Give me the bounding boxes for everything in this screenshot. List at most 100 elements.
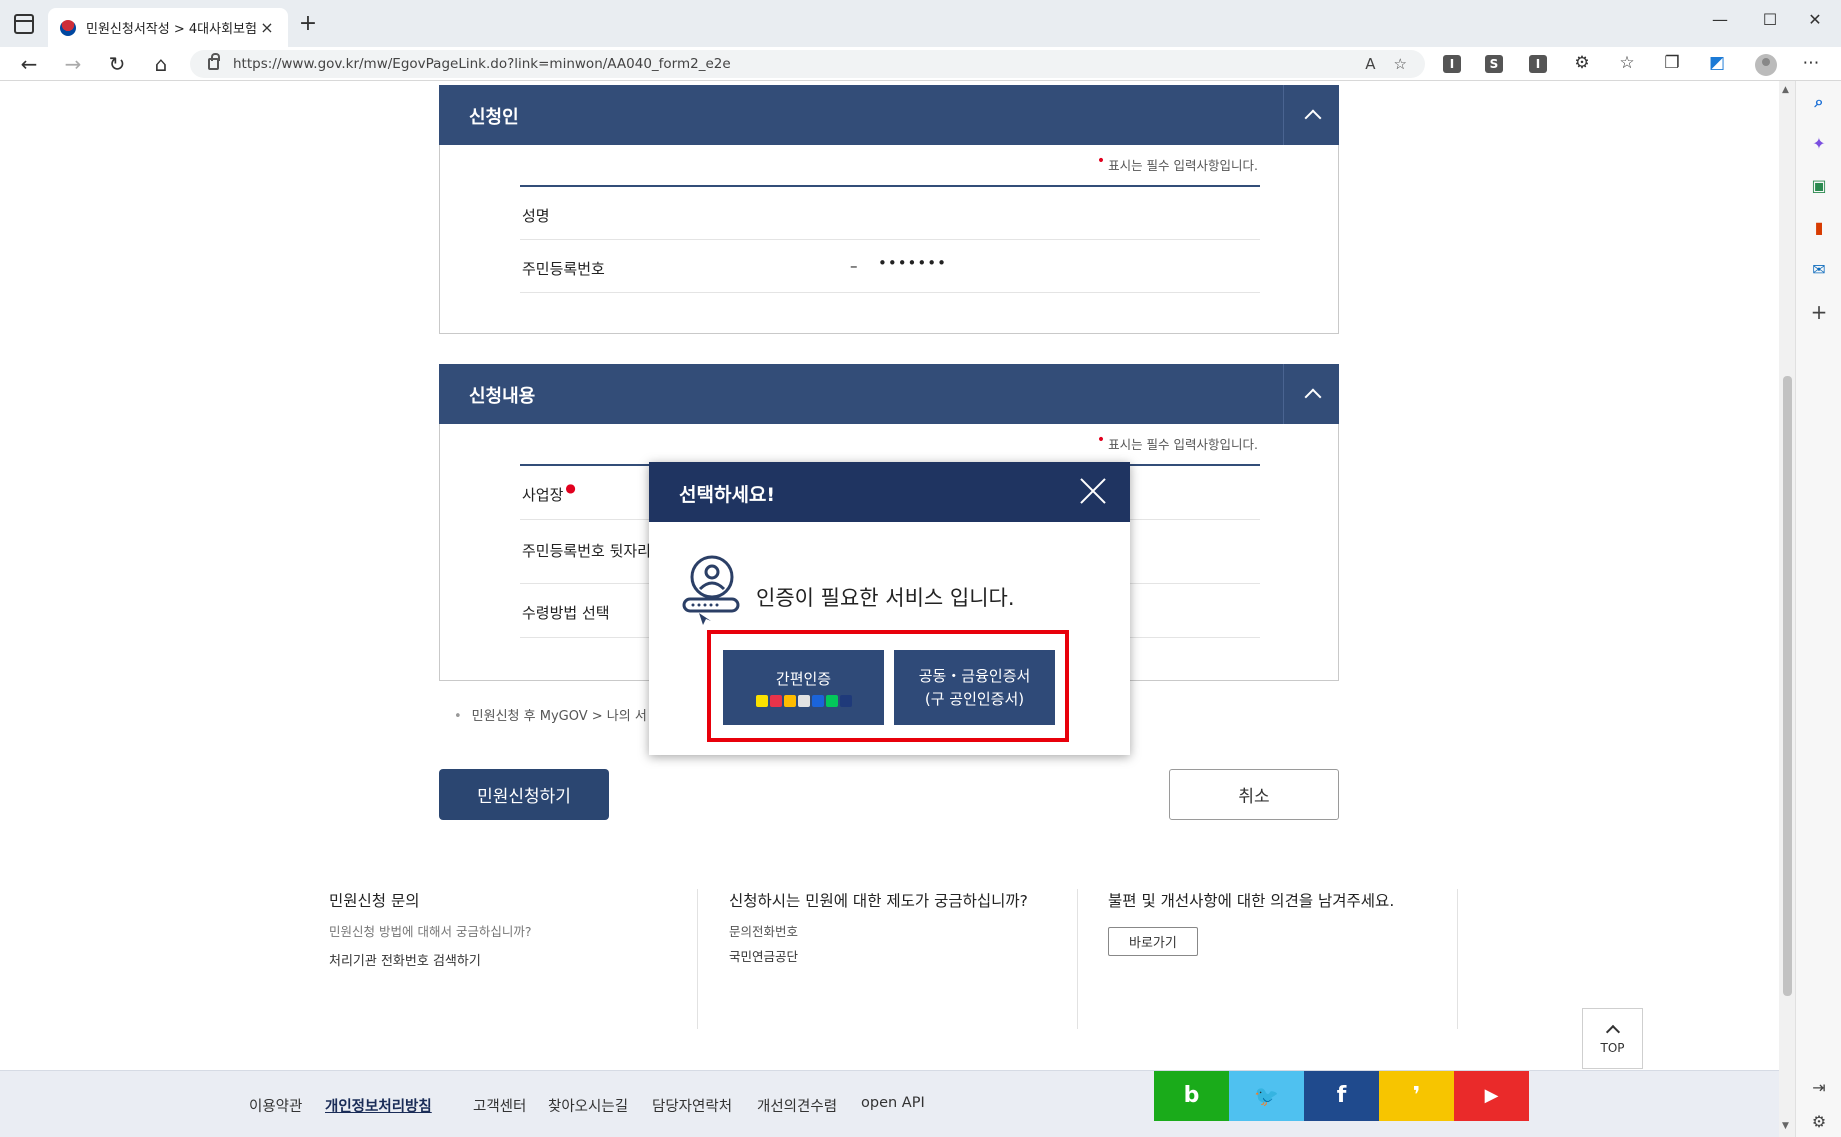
dialog-title: 선택하세요!: [679, 484, 776, 506]
blog-icon[interactable]: b: [1154, 1071, 1229, 1121]
dialog-message: 인증이 필요한 서비스 입니다.: [756, 586, 1015, 610]
office-icon[interactable]: ▮: [1808, 217, 1830, 239]
applicant-panel-header: 신청인: [439, 85, 1339, 145]
favorites-icon[interactable]: ☆: [1616, 53, 1638, 73]
simple-auth-button[interactable]: 간편인증: [723, 650, 884, 725]
dialog-header: 선택하세요!: [649, 462, 1130, 522]
field-label: 수령방법 선택: [522, 604, 610, 622]
collections-icon[interactable]: ❐: [1661, 53, 1683, 73]
required-note: • 표시는 필수 입력사항입니다.: [1096, 432, 1258, 452]
cancel-button[interactable]: 취소: [1169, 769, 1339, 820]
extension-icon[interactable]: S: [1485, 55, 1503, 73]
extensions-puzzle-icon[interactable]: ⚙: [1571, 53, 1593, 73]
auth-provider-list: [723, 694, 884, 707]
kakaostory-icon[interactable]: ❜: [1379, 1071, 1454, 1121]
back-icon[interactable]: ←: [16, 51, 42, 77]
rrn-dash: –: [850, 257, 858, 275]
submit-application-button[interactable]: 민원신청하기: [439, 769, 609, 820]
naver-icon: [825, 694, 838, 707]
tab-close-icon[interactable]: ×: [258, 18, 276, 37]
footer-link-directions[interactable]: 찾아오시는길: [548, 1095, 628, 1116]
applicant-panel-body: • 표시는 필수 입력사항입니다. 성명 주민등록번호 – •••••••: [439, 145, 1339, 334]
required-dot-icon: •: [1096, 153, 1106, 169]
kakao-icon: [755, 694, 768, 707]
copilot-icon[interactable]: ✦: [1808, 133, 1830, 155]
search-icon[interactable]: ⌕: [1808, 91, 1830, 113]
refresh-icon[interactable]: ↻: [104, 51, 130, 77]
outlook-icon[interactable]: ✉: [1808, 259, 1830, 281]
required-dot-icon: •: [1096, 432, 1106, 448]
help-line: 국민연금공단: [729, 949, 799, 964]
close-icon[interactable]: [1078, 476, 1108, 506]
profile-avatar[interactable]: [1755, 54, 1777, 76]
toss-icon: [811, 694, 824, 707]
collapse-chevron-icon[interactable]: [1283, 364, 1339, 424]
content-panel-header: 신청내용: [439, 364, 1339, 424]
search-phone-link[interactable]: 처리기관 전화번호 검색하기: [329, 950, 709, 969]
tab-title: 민원신청서작성 > 4대사회보험: [86, 22, 257, 37]
chevron-up-icon: [1605, 1024, 1620, 1040]
footer-link-feedback[interactable]: 개선의견수렴: [757, 1095, 837, 1116]
maximize-button[interactable]: ☐: [1755, 10, 1785, 29]
youtube-icon[interactable]: ▶: [1454, 1071, 1529, 1121]
pass-icon: [769, 694, 782, 707]
footer-link-contacts[interactable]: 담당자연락처: [652, 1095, 732, 1116]
after-note: 민원신청 후 MyGOV > 나의 서: [458, 705, 647, 724]
footer-link-terms[interactable]: 이용약관: [249, 1095, 302, 1116]
footer-link-privacy[interactable]: 개인정보처리방침: [325, 1095, 432, 1116]
page-scrollbar[interactable]: ▲ ▼: [1779, 81, 1795, 1137]
extension-icon[interactable]: I: [1529, 55, 1547, 73]
home-icon[interactable]: ⌂: [148, 51, 174, 77]
tools-icon[interactable]: ▣: [1808, 175, 1830, 197]
url-text[interactable]: https://www.gov.kr/mw/EgovPageLink.do?li…: [233, 56, 1365, 72]
field-row-rrn: 주민등록번호 – •••••••: [520, 240, 1260, 293]
favorite-add-icon[interactable]: ☆: [1394, 55, 1407, 73]
close-window-button[interactable]: ✕: [1800, 10, 1830, 29]
go-feedback-button[interactable]: 바로가기: [1108, 927, 1198, 956]
add-icon[interactable]: +: [1808, 301, 1830, 323]
certificate-auth-button[interactable]: 공동・금융인증서 (구 공인인증서): [894, 650, 1055, 725]
scroll-up-icon[interactable]: ▲: [1782, 85, 1789, 95]
field-label: 성명: [522, 207, 550, 225]
address-bar[interactable]: https://www.gov.kr/mw/EgovPageLink.do?li…: [190, 50, 1425, 78]
auth-select-dialog: 선택하세요! 인증이 필요한 서비스 입니다. 간편인증 공동・금융인증서 (구…: [649, 462, 1130, 755]
footer-link-openapi[interactable]: open API: [861, 1095, 925, 1111]
applicant-panel-title: 신청인: [469, 107, 519, 128]
scroll-thumb[interactable]: [1783, 376, 1792, 996]
settings-icon[interactable]: ⚙: [1808, 1111, 1830, 1133]
gov-favicon-icon: [60, 19, 76, 36]
help-title: 민원신청 문의: [329, 892, 420, 910]
help-title: 불편 및 개선사항에 대한 의견을 남겨주세요.: [1108, 892, 1395, 910]
divider: [1077, 889, 1078, 1029]
field-label: 주민등록번호 뒷자리: [522, 542, 651, 560]
auth-choice-highlight: 간편인증 공동・금융인증서 (구 공인인증서): [707, 630, 1069, 742]
footer-link-support[interactable]: 고객센터: [473, 1095, 526, 1116]
forward-icon[interactable]: →: [60, 51, 86, 77]
extension-icon[interactable]: I: [1443, 55, 1461, 73]
collapse-chevron-icon[interactable]: [1283, 85, 1339, 145]
sidebar-toggle-icon[interactable]: ⇥: [1808, 1077, 1830, 1099]
required-note: • 표시는 필수 입력사항입니다.: [1096, 153, 1258, 173]
browser-tab-bar: 민원신청서작성 > 4대사회보험 × + — ☐ ✕: [0, 0, 1841, 47]
read-aloud-icon[interactable]: A: [1365, 55, 1375, 73]
scroll-down-icon[interactable]: ▼: [1782, 1121, 1789, 1131]
browser-tab-active[interactable]: 민원신청서작성 > 4대사회보험 ×: [48, 8, 288, 47]
field-row-name: 성명: [520, 187, 1260, 240]
more-menu-icon[interactable]: ⋯: [1800, 53, 1822, 73]
browser-toolbar: ← → ↻ ⌂ https://www.gov.kr/mw/EgovPageLi…: [0, 47, 1841, 81]
help-title: 신청하시는 민원에 대한 제도가 궁금하십니까?: [729, 892, 1028, 910]
scroll-top-button[interactable]: TOP: [1582, 1008, 1643, 1069]
performance-icon[interactable]: ◩: [1706, 53, 1728, 73]
tab-actions-icon[interactable]: [14, 14, 34, 34]
kb-icon: [783, 694, 796, 707]
help-feedback: 불편 및 개선사항에 대한 의견을 남겨주세요. 바로가기: [1108, 889, 1488, 956]
divider: [697, 889, 698, 1029]
minimize-button[interactable]: —: [1705, 10, 1735, 29]
facebook-icon[interactable]: f: [1304, 1071, 1379, 1121]
twitter-icon[interactable]: 🐦: [1229, 1071, 1304, 1121]
lock-icon[interactable]: [208, 53, 220, 70]
samsung-icon: [797, 694, 810, 707]
new-tab-button[interactable]: +: [296, 12, 320, 36]
help-system: 신청하시는 민원에 대한 제도가 궁금하십니까? 문의전화번호 국민연금공단: [729, 889, 1109, 971]
content-panel-title: 신청내용: [469, 386, 536, 407]
